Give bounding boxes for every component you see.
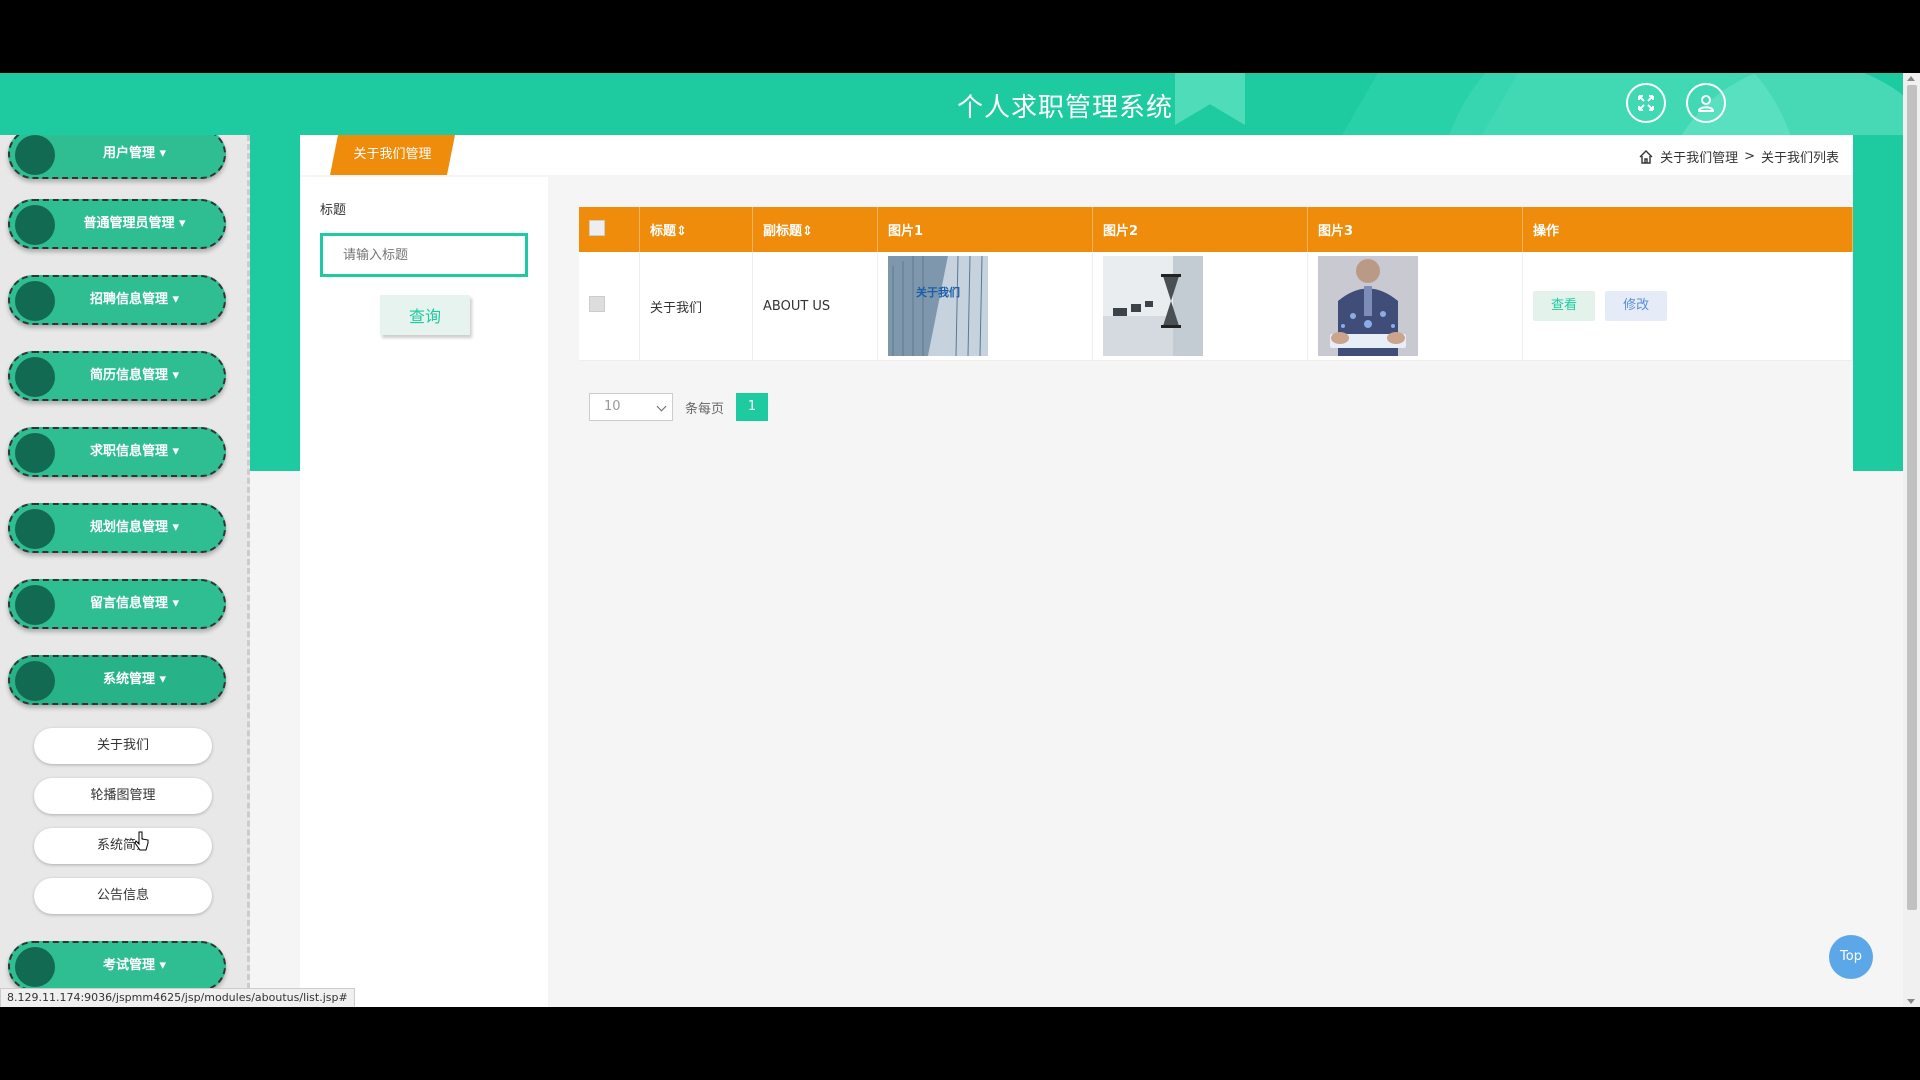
- view-button[interactable]: 查看: [1533, 291, 1595, 321]
- breadcrumb-level1[interactable]: 关于我们管理: [1660, 147, 1738, 166]
- column-image3: 图片3: [1307, 207, 1523, 252]
- sidebar-item-user[interactable]: 用户管理 ▾: [8, 135, 226, 179]
- table-header-row: 标题⇕ 副标题⇕ 图片1 图片2 图片3 操作: [579, 207, 1853, 252]
- fullscreen-icon: [1638, 95, 1654, 111]
- scrollbar[interactable]: [1903, 73, 1920, 1007]
- businessman-tablet-image[interactable]: [1318, 256, 1418, 356]
- sidebar-item-jobseek[interactable]: 求职信息管理 ▾: [8, 427, 226, 477]
- menu-dot: [15, 433, 55, 473]
- menu-dot: [15, 661, 55, 701]
- row-subtitle: ABOUT US: [752, 252, 878, 361]
- scroll-up-icon[interactable]: [1907, 76, 1915, 81]
- menu-label: 求职信息管理: [89, 444, 168, 459]
- sidebar-item-plan[interactable]: 规划信息管理 ▾: [8, 503, 226, 553]
- title-search-input[interactable]: [320, 233, 528, 277]
- row-image3-cell: [1307, 252, 1523, 361]
- back-to-top-button[interactable]: Top: [1829, 935, 1873, 979]
- header-checkbox-cell: [579, 207, 640, 252]
- submenu-item-carousel[interactable]: 轮播图管理: [34, 778, 212, 814]
- header: 个人求职管理系统: [0, 73, 1920, 135]
- user-icon: [1697, 95, 1715, 112]
- column-title-label: 标题: [650, 224, 677, 239]
- status-url-bar: 8.129.11.174:9036/jspmm4625/jsp/modules/…: [0, 988, 355, 1007]
- top-bar: 关于我们管理 关于我们管理 > 关于我们列表: [300, 135, 1853, 175]
- column-image1: 图片1: [877, 207, 1093, 252]
- scroll-down-icon[interactable]: [1907, 999, 1915, 1004]
- row-checkbox-cell: [579, 252, 640, 361]
- title-filter-label: 标题: [320, 203, 347, 218]
- menu-dot: [15, 357, 55, 397]
- building-image[interactable]: 关于我们: [888, 256, 988, 356]
- row-actions: 查看 修改: [1522, 252, 1853, 361]
- edit-button[interactable]: 修改: [1605, 291, 1668, 321]
- submenu-item-notice[interactable]: 公告信息: [34, 878, 212, 914]
- row-image1-cell: 关于我们: [877, 252, 1093, 361]
- data-table: 标题⇕ 副标题⇕ 图片1 图片2 图片3 操作 关于我们 ABOUT US 关于…: [579, 207, 1853, 361]
- sidebar-item-message[interactable]: 留言信息管理 ▾: [8, 579, 226, 629]
- menu-label: 普通管理员管理: [83, 216, 175, 231]
- fullscreen-button[interactable]: [1626, 83, 1666, 123]
- main-panel: 关于我们管理 关于我们管理 > 关于我们列表 标题 查询 标题⇕: [300, 135, 1853, 1007]
- viewport: 个人求职管理系统 用户管理 ▾ 普通管理员管理 ▾ 招聘信息管理 ▾ 简历信息管…: [0, 73, 1920, 1007]
- image1-text: 关于我们: [916, 285, 960, 299]
- menu-dot: [15, 509, 55, 549]
- menu-dot: [15, 585, 55, 625]
- sidebar-item-resume[interactable]: 简历信息管理 ▾: [8, 351, 226, 401]
- menu-label: 招聘信息管理: [89, 292, 168, 307]
- user-button[interactable]: [1686, 83, 1726, 123]
- sidebar-item-exam[interactable]: 考试管理 ▾: [8, 941, 226, 991]
- table-row: 关于我们 ABOUT US 关于我们 查看 修改: [579, 252, 1853, 361]
- menu-label: 规划信息管理: [89, 520, 168, 535]
- sort-icon: ⇕: [676, 224, 687, 239]
- submenu-item-intro[interactable]: 系统简介: [34, 828, 212, 864]
- menu-label: 系统管理: [102, 672, 155, 687]
- menu-dot: [15, 947, 55, 987]
- column-subtitle[interactable]: 副标题⇕: [752, 207, 878, 252]
- menu-label: 简历信息管理: [89, 368, 168, 383]
- query-button[interactable]: 查询: [380, 295, 470, 335]
- filter-panel: 标题 查询: [300, 177, 548, 1007]
- tab-aboutus-manage[interactable]: 关于我们管理: [330, 135, 455, 175]
- scrollbar-thumb[interactable]: [1907, 85, 1917, 910]
- menu-label: 留言信息管理: [89, 596, 168, 611]
- sidebar: 用户管理 ▾ 普通管理员管理 ▾ 招聘信息管理 ▾ 简历信息管理 ▾ 求职信息管…: [0, 135, 250, 1007]
- column-image2: 图片2: [1092, 207, 1308, 252]
- row-title: 关于我们: [639, 252, 753, 361]
- menu-dot: [15, 281, 55, 321]
- sidebar-item-admin[interactable]: 普通管理员管理 ▾: [8, 199, 226, 249]
- home-icon[interactable]: [1638, 149, 1654, 165]
- sidebar-item-recruit[interactable]: 招聘信息管理 ▾: [8, 275, 226, 325]
- menu-dot: [15, 205, 55, 245]
- submenu-item-aboutus[interactable]: 关于我们: [34, 728, 212, 764]
- row-checkbox[interactable]: [589, 296, 605, 312]
- row-image2-cell: [1092, 252, 1308, 361]
- column-actions: 操作: [1522, 207, 1853, 252]
- breadcrumb-level2: 关于我们列表: [1760, 151, 1839, 166]
- page-size-select[interactable]: 10: [589, 393, 673, 421]
- menu-label: 考试管理: [102, 958, 155, 973]
- breadcrumb-separator: >: [1744, 149, 1755, 164]
- hourglass-image[interactable]: [1103, 256, 1203, 356]
- select-all-checkbox[interactable]: [589, 219, 605, 236]
- mouse-cursor-icon: [134, 831, 149, 851]
- page-number-button[interactable]: 1: [736, 393, 769, 421]
- sort-icon: ⇕: [802, 224, 813, 239]
- per-page-label: 条每页: [685, 401, 725, 417]
- column-title[interactable]: 标题⇕: [639, 207, 753, 252]
- breadcrumb: 关于我们管理 > 关于我们列表: [1638, 147, 1839, 166]
- menu-label: 用户管理: [102, 146, 155, 161]
- column-subtitle-label: 副标题: [763, 224, 803, 239]
- page-size-value: 10: [604, 399, 621, 414]
- pagination: 10 条每页 1: [589, 393, 769, 421]
- sidebar-item-system[interactable]: 系统管理 ▾: [8, 655, 226, 705]
- menu-dot: [15, 135, 55, 175]
